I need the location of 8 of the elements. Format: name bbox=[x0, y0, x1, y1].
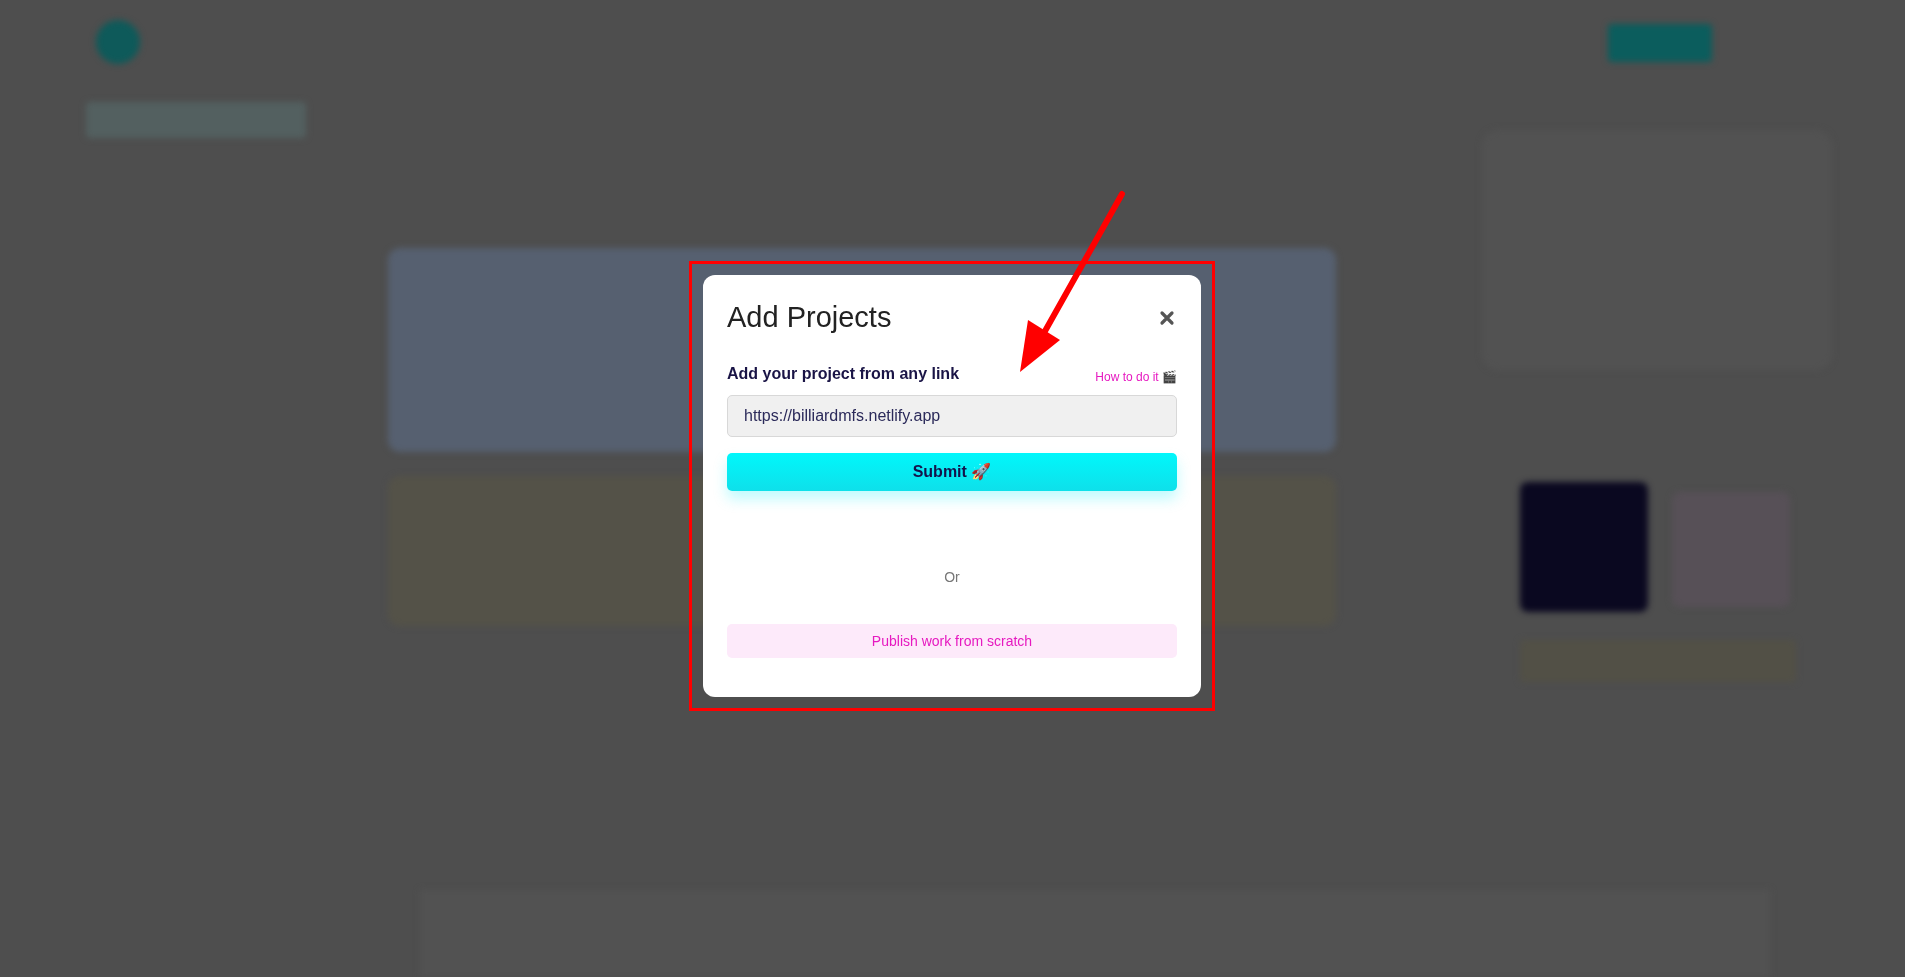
url-input-field[interactable]: https://billiardmfs.netlify.app bbox=[727, 395, 1177, 437]
close-icon[interactable] bbox=[1159, 309, 1175, 326]
or-divider-text: Or bbox=[944, 568, 960, 587]
dialog-title: Add Projects bbox=[727, 303, 892, 332]
publish-from-scratch-button[interactable]: Publish work from scratch bbox=[727, 624, 1177, 658]
field-label: Add your project from any link bbox=[727, 364, 960, 384]
submit-button[interactable]: Submit 🚀 bbox=[727, 453, 1177, 491]
how-to-link[interactable]: How to do it 🎬 bbox=[1095, 368, 1177, 386]
